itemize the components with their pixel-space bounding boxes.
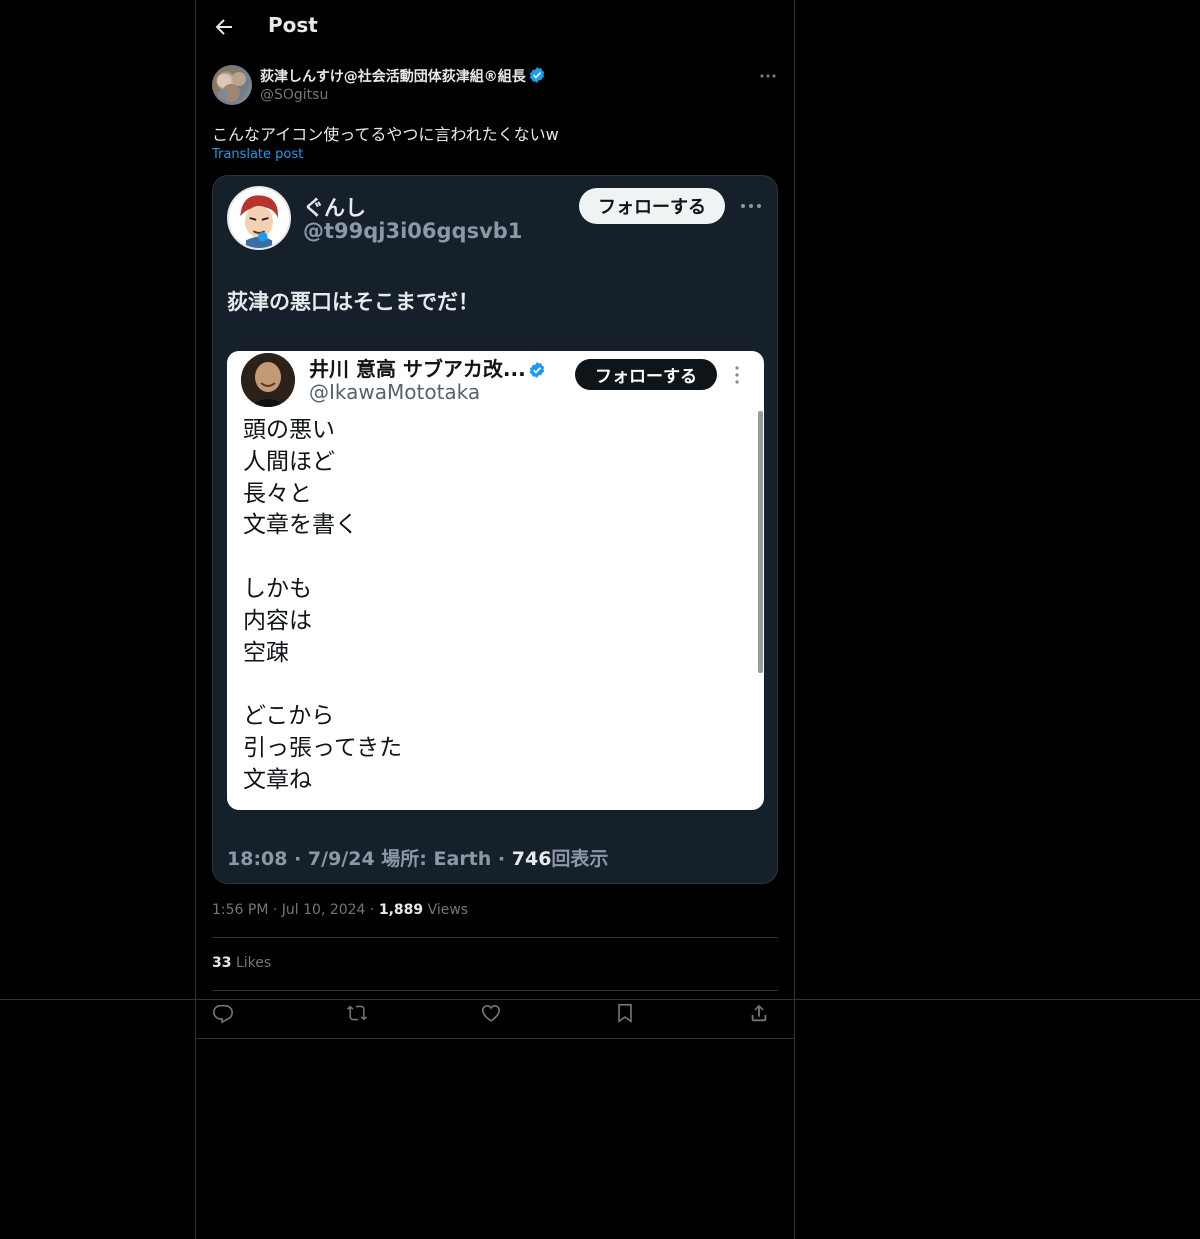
embedded-views-suffix: 回表示 <box>551 848 609 870</box>
embedded-text: 荻津の悪口はそこまでだ！ <box>227 290 479 314</box>
likes-label: Likes <box>235 955 272 971</box>
bookmark-icon[interactable] <box>614 1002 640 1028</box>
post-media-image[interactable]: ぐんし @t99qj3i06gqsvb1 フォローする 荻津の悪口はそこまでだ！… <box>212 175 778 884</box>
views-count: 1,889 <box>378 902 424 918</box>
divider <box>212 990 778 991</box>
header: Post <box>196 0 794 54</box>
divider <box>195 1038 795 1039</box>
post-column: Post 荻津しんすけ@社会活動団体荻津組®組長 @SOgitsu こんなアイコ… <box>195 0 795 1239</box>
inner-body-text: 頭の悪い 人間ほど 長々と 文章を書く しかも 内容は 空疎 どこから 引っ張っ… <box>243 417 403 793</box>
embedded-meta-prefix: 18:08 · 7/9/24 場所: Earth · <box>227 848 512 870</box>
inner-scrollbar <box>758 411 763 673</box>
views-label: Views <box>427 902 469 918</box>
repost-icon[interactable] <box>346 1002 372 1028</box>
author-name-text: 荻津しんすけ@社会活動団体荻津組®組長 <box>260 69 526 85</box>
embedded-avatar <box>227 186 291 250</box>
inner-more-icon <box>727 363 747 387</box>
meta-dot: · <box>369 902 379 918</box>
author-name[interactable]: 荻津しんすけ@社会活動団体荻津組®組長 <box>260 66 546 86</box>
embedded-more-icon <box>739 196 763 216</box>
embedded-handle: @t99qj3i06gqsvb1 <box>303 219 523 243</box>
avatar[interactable] <box>212 65 252 105</box>
translate-post-link[interactable]: Translate post <box>212 147 303 162</box>
verified-badge-icon <box>528 66 546 84</box>
page-title: Post <box>268 13 318 37</box>
post-author: 荻津しんすけ@社会活動団体荻津組®組長 @SOgitsu <box>212 64 778 108</box>
author-handle[interactable]: @SOgitsu <box>260 87 328 103</box>
post-time[interactable]: 1:56 PM <box>212 902 268 918</box>
back-arrow-icon[interactable] <box>212 15 236 39</box>
inner-verified-badge-icon <box>528 360 546 378</box>
post-meta: 1:56 PM · Jul 10, 2024 · 1,889 Views <box>212 902 468 918</box>
post-date[interactable]: Jul 10, 2024 <box>282 902 366 918</box>
likes-stat[interactable]: 33 Likes <box>212 955 271 971</box>
reply-icon[interactable] <box>212 1002 238 1028</box>
inner-avatar <box>241 353 295 407</box>
embedded-name: ぐんし <box>303 196 366 220</box>
embedded-views-count: 746 <box>511 848 552 870</box>
divider <box>212 937 778 938</box>
inner-follow-button: フォローする <box>575 359 717 390</box>
inner-handle: @IkawaMototaka <box>309 380 481 404</box>
inner-quoted-post: 井川 意高 サブアカ改... @IkawaMototaka フォローする 頭の悪… <box>227 351 764 810</box>
share-icon[interactable] <box>748 1002 774 1028</box>
likes-count: 33 <box>212 955 232 971</box>
like-icon[interactable] <box>480 1002 506 1028</box>
embedded-follow-button: フォローする <box>579 188 725 224</box>
divider <box>0 999 1200 1000</box>
inner-name-text: 井川 意高 サブアカ改... <box>309 357 526 381</box>
meta-dot: · <box>272 902 282 918</box>
action-bar <box>212 1002 778 1028</box>
more-icon[interactable] <box>758 66 778 86</box>
inner-name: 井川 意高 サブアカ改... <box>309 353 546 382</box>
embedded-meta: 18:08 · 7/9/24 場所: Earth · 746回表示 <box>227 844 608 871</box>
post-text: こんなアイコン使ってるやつに言われたくないw <box>212 125 559 144</box>
